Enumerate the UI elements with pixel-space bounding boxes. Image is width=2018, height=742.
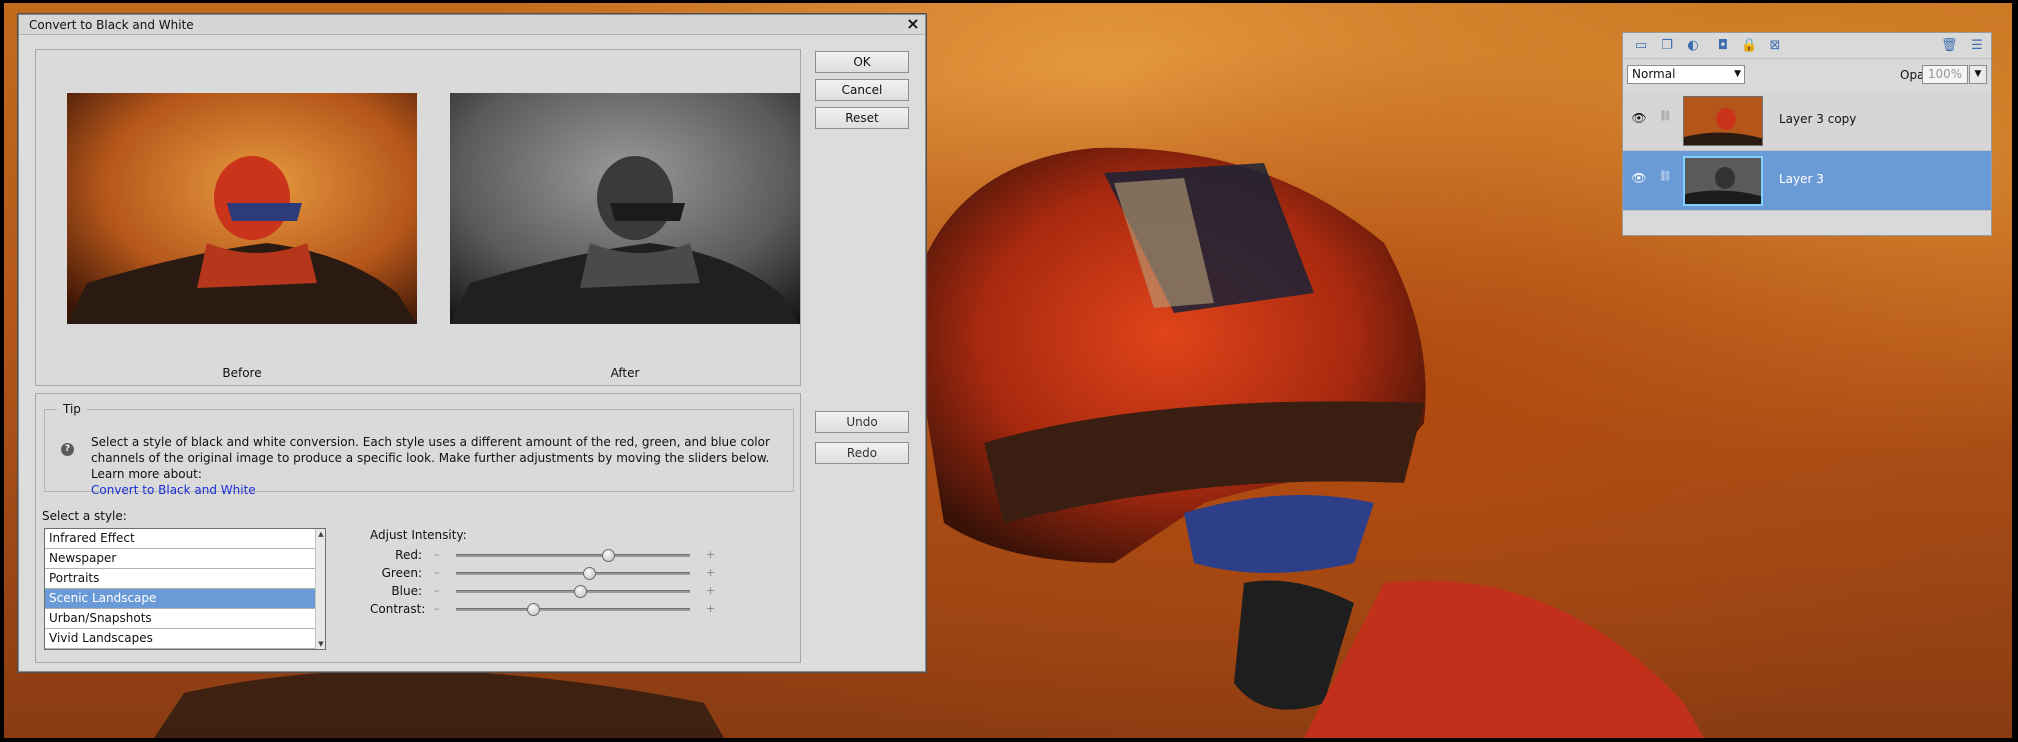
before-label: Before (222, 366, 262, 380)
preview-group: Before After (35, 49, 801, 386)
plus-icon: + (706, 584, 716, 597)
slider-thumb[interactable] (527, 603, 541, 616)
blend-mode-value: Normal (1632, 67, 1676, 81)
opacity-input[interactable]: 100% (1922, 65, 1968, 84)
new-layer-icon[interactable]: ▭ (1633, 38, 1649, 54)
slider-label: Blue: (391, 584, 422, 598)
layer-thumbnail (1683, 156, 1763, 206)
intensity-slider-row: Green: – + (370, 564, 730, 582)
tip-box: Tip ? Select a style of black and white … (44, 402, 794, 497)
minus-icon: – (434, 566, 440, 579)
opacity-dropdown-icon[interactable]: ▼ (1969, 65, 1987, 84)
slider-label: Red: (395, 548, 422, 562)
convert-bw-dialog: Convert to Black and White × Before Afte… (18, 14, 926, 672)
tip-body-text: Select a style of black and white conver… (91, 435, 770, 481)
adjust-intensity-label: Adjust Intensity: (370, 528, 467, 542)
style-label: Select a style: (42, 509, 127, 523)
after-preview-image (450, 93, 800, 324)
minus-icon: – (434, 584, 440, 597)
undo-button[interactable]: Undo (815, 411, 909, 433)
learn-more-link[interactable]: Convert to Black and White (91, 483, 256, 497)
layer-thumbnail-bw (1685, 158, 1761, 204)
plus-icon: + (706, 602, 716, 615)
before-preview-image (67, 93, 417, 324)
plus-icon: + (706, 566, 716, 579)
link-icon[interactable]: ⛓ (1659, 111, 1672, 127)
scroll-up-icon[interactable]: ▲ (317, 530, 325, 538)
link-icon[interactable]: ⛓ (1659, 171, 1672, 187)
help-icon: ? (61, 443, 74, 456)
after-label: After (610, 366, 640, 380)
redo-button[interactable]: Redo (815, 442, 909, 464)
chevron-down-icon: ▼ (1734, 69, 1741, 79)
dialog-titlebar[interactable]: Convert to Black and White × (19, 15, 925, 35)
layer-mask-icon[interactable]: ◘ (1715, 38, 1731, 54)
tip-heading: Tip (57, 402, 87, 416)
panel-menu-icon[interactable]: ☰ (1969, 38, 1985, 54)
style-list[interactable]: Infrared Effect Newspaper Portraits Scenic … (44, 528, 326, 650)
intensity-slider-row: Contrast: – + (370, 600, 730, 618)
slider-track[interactable] (456, 549, 690, 562)
layer-thumbnail-color (1684, 97, 1762, 145)
blend-mode-select[interactable]: Normal ▼ (1627, 65, 1745, 84)
style-list-item[interactable]: Urban/Snapshots (45, 609, 315, 629)
layer-thumbnail (1683, 96, 1763, 146)
ok-button[interactable]: OK (815, 51, 909, 73)
before-image-illustration (67, 93, 417, 324)
eye-icon[interactable]: 👁 (1631, 111, 1647, 127)
style-list-item[interactable]: Infrared Effect (45, 529, 315, 549)
slider-track[interactable] (456, 585, 690, 598)
scroll-down-icon[interactable]: ▼ (317, 640, 325, 648)
style-list-scrollbar[interactable]: ▲ ▼ (315, 529, 325, 649)
slider-thumb[interactable] (574, 585, 588, 598)
settings-group: Tip ? Select a style of black and white … (35, 393, 801, 663)
lock-icon[interactable]: 🔒 (1741, 38, 1757, 54)
layers-panel: ▭ ❐ ◐ ◘ 🔒 ⊠ 🗑 ☰ Normal ▼ Opacity: 100% ▼… (1622, 32, 1992, 236)
slider-track[interactable] (456, 603, 690, 616)
lock-transparency-icon[interactable]: ⊠ (1767, 38, 1783, 54)
slider-label: Contrast: (370, 602, 426, 616)
dialog-title: Convert to Black and White (29, 18, 194, 32)
new-group-icon[interactable]: ❐ (1659, 38, 1675, 54)
slider-thumb[interactable] (602, 549, 616, 562)
style-list-item[interactable]: Newspaper (45, 549, 315, 569)
layer-name: Layer 3 copy (1779, 112, 1857, 126)
intensity-slider-row: Red: – + (370, 546, 730, 564)
tip-text: Select a style of black and white conver… (91, 434, 791, 498)
intensity-slider-row: Blue: – + (370, 582, 730, 600)
trash-icon[interactable]: 🗑 (1941, 38, 1958, 54)
slider-label: Green: (381, 566, 422, 580)
plus-icon: + (706, 548, 716, 561)
style-list-item[interactable]: Scenic Landscape (45, 589, 315, 609)
minus-icon: – (434, 548, 440, 561)
minus-icon: – (434, 602, 440, 615)
slider-track[interactable] (456, 567, 690, 580)
style-list-item[interactable]: Vivid Landscapes (45, 629, 315, 649)
after-image-illustration (450, 93, 800, 324)
slider-thumb[interactable] (583, 567, 597, 580)
layer-name: Layer 3 (1779, 172, 1824, 186)
eye-icon[interactable]: 👁 (1631, 171, 1647, 187)
layer-row[interactable]: 👁 ⛓ Layer 3 copy (1623, 91, 1991, 151)
cancel-button[interactable]: Cancel (815, 79, 909, 101)
style-list-item[interactable]: Portraits (45, 569, 315, 589)
adjustment-layer-icon[interactable]: ◐ (1685, 38, 1701, 54)
close-icon[interactable]: × (905, 15, 921, 33)
layer-row-selected[interactable]: 👁 ⛓ Layer 3 (1623, 151, 1991, 211)
layers-toolbar: ▭ ❐ ◐ ◘ 🔒 ⊠ 🗑 ☰ (1623, 33, 1991, 59)
reset-button[interactable]: Reset (815, 107, 909, 129)
